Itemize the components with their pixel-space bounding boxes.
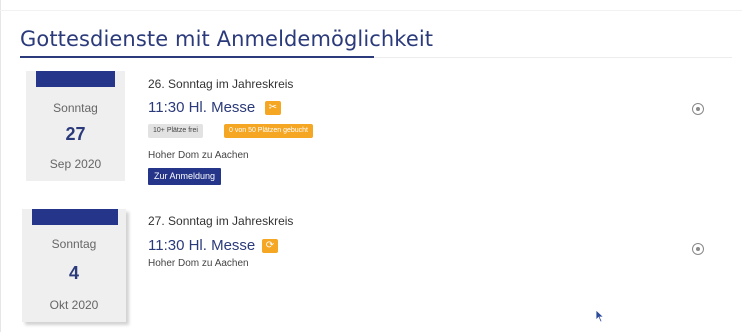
event-location: Hoher Dom zu Aachen [148, 258, 249, 269]
weekday-label: Sonntag [51, 237, 97, 251]
scissors-icon: ✂ [265, 101, 281, 115]
month-year-label: Sep 2020 [49, 157, 102, 171]
date-card-bar [32, 209, 118, 225]
liturgical-sunday: 26. Sonntag im Jahreskreis [148, 77, 294, 91]
refresh-icon: ⟳ [262, 239, 278, 253]
page-title: Gottesdienste mit Anmeldemöglichkeit [20, 27, 434, 51]
date-card: Sonntag 27 Sep 2020 [26, 71, 125, 181]
top-border [0, 10, 742, 11]
booked-seats-badge: 0 von 50 Plätzen gebucht [224, 124, 314, 138]
register-button[interactable]: Zur Anmeldung [148, 168, 222, 185]
event-location: Hoher Dom zu Aachen [148, 150, 249, 161]
free-seats-badge: 10+ Plätze frei [148, 124, 203, 138]
month-year-label: Okt 2020 [49, 298, 99, 312]
select-radio[interactable] [692, 103, 704, 115]
event-title[interactable]: 11:30 Hl. Messe [148, 237, 255, 254]
select-radio[interactable] [692, 243, 704, 255]
heading-underline [20, 56, 374, 58]
date-card: Sonntag 4 Okt 2020 [22, 209, 126, 322]
weekday-label: Sonntag [53, 101, 98, 115]
mouse-cursor-icon [595, 309, 605, 323]
liturgical-sunday: 27. Sonntag im Jahreskreis [148, 214, 294, 228]
day-number: 27 [65, 124, 86, 144]
date-card-bar [36, 71, 115, 87]
day-number: 4 [68, 263, 79, 283]
left-border [0, 0, 1, 332]
event-title[interactable]: 11:30 Hl. Messe [148, 99, 255, 116]
